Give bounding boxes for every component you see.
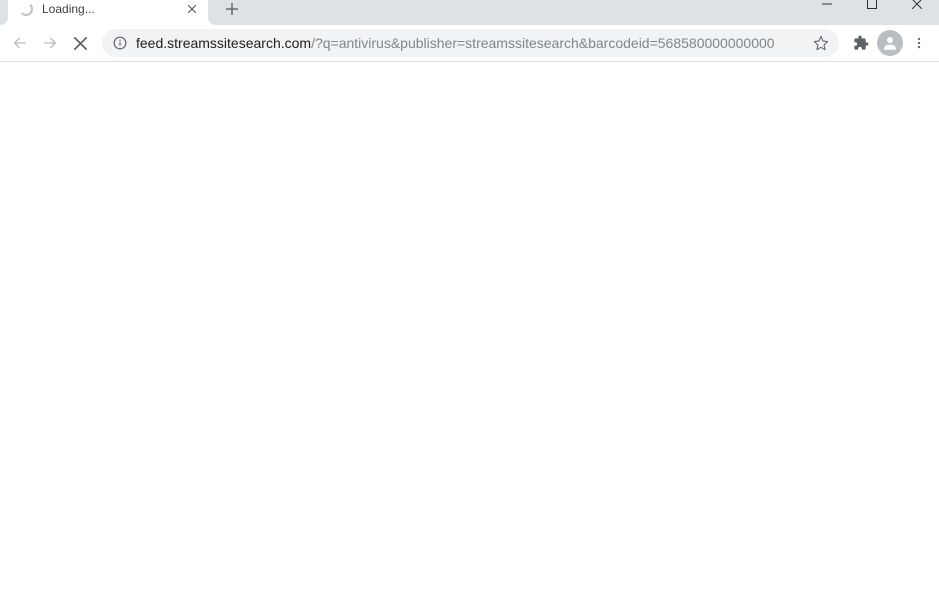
menu-icon[interactable] (905, 29, 933, 57)
site-info-icon[interactable] (112, 35, 128, 51)
new-tab-button[interactable] (218, 0, 246, 23)
back-button[interactable] (6, 29, 34, 57)
stop-button[interactable] (66, 29, 94, 57)
bookmark-star-icon[interactable] (813, 35, 829, 51)
browser-tab[interactable]: Loading... (8, 0, 208, 25)
close-window-button[interactable] (894, 0, 939, 15)
forward-button[interactable] (36, 29, 64, 57)
close-tab-button[interactable] (184, 1, 200, 17)
extensions-icon[interactable] (847, 29, 875, 57)
address-bar[interactable]: feed.streamssitesearch.com/?q=antivirus&… (102, 29, 839, 57)
minimize-button[interactable] (804, 0, 849, 15)
url-host: feed.streamssitesearch.com (136, 35, 311, 51)
tab-title: Loading... (42, 2, 176, 16)
maximize-button[interactable] (849, 0, 894, 15)
toolbar: feed.streamssitesearch.com/?q=antivirus&… (0, 25, 939, 62)
url-path: /?q=antivirus&publisher=streamssitesearc… (311, 35, 774, 51)
loading-spinner-icon (18, 1, 34, 17)
tab-strip: Loading... (0, 0, 939, 25)
url-text: feed.streamssitesearch.com/?q=antivirus&… (136, 35, 805, 51)
page-content (0, 62, 939, 580)
window-controls (804, 0, 939, 18)
profile-avatar-icon[interactable] (877, 30, 903, 56)
